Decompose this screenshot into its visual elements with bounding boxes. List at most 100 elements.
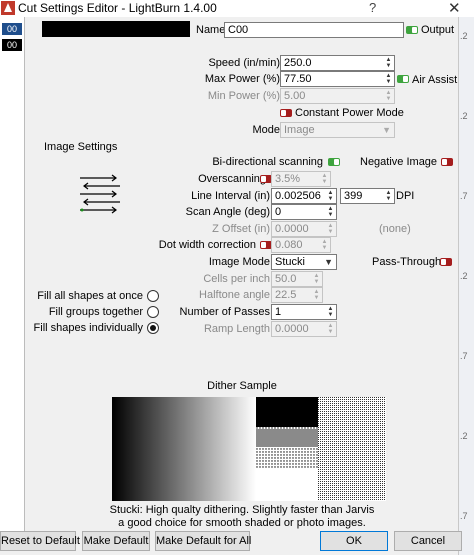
cancel-button[interactable]: Cancel: [394, 531, 462, 551]
layer-chip[interactable]: 00: [2, 39, 22, 51]
fill-individually-label: Fill shapes individually: [33, 322, 143, 334]
dither-sample-image: [112, 397, 386, 501]
help-button[interactable]: ?: [369, 0, 376, 15]
spin-arrows-icon: ▲ ▼: [327, 323, 334, 335]
background-ruler-tick: .7: [460, 511, 468, 521]
mode-value: Image: [284, 124, 315, 136]
fill-groups-radio[interactable]: [147, 306, 159, 318]
spin-arrows-icon: ▲ ▼: [327, 223, 334, 235]
lightburn-app-icon: [1, 1, 15, 15]
background-ruler-tick: .2: [460, 431, 468, 441]
cells-per-inch-label: Cells per inch: [203, 273, 270, 285]
dpi-label: DPI: [396, 190, 415, 202]
scan-angle-input[interactable]: 0 ▲ ▼: [271, 204, 337, 220]
background-ruler-tick: .2: [460, 271, 468, 281]
pass-through-toggle[interactable]: [440, 258, 452, 266]
speed-value: 250.0: [284, 57, 312, 69]
max-power-value: 77.50: [284, 73, 312, 85]
spin-arrows-icon[interactable]: ▲ ▼: [326, 206, 335, 218]
dpi-input[interactable]: 399 ▲ ▼: [340, 188, 395, 204]
speed-input[interactable]: 250.0 ▲ ▼: [280, 55, 395, 71]
fill-all-radio[interactable]: [147, 290, 159, 302]
fill-individually-radio[interactable]: [147, 322, 159, 334]
negative-image-toggle[interactable]: [441, 158, 453, 166]
spin-arrows-icon: ▲ ▼: [385, 90, 392, 102]
max-power-label: Max Power (%): [204, 73, 280, 85]
name-input[interactable]: C00: [224, 22, 404, 38]
spin-arrows-icon: ▲ ▼: [321, 239, 328, 251]
make-default-button[interactable]: Make Default: [82, 531, 150, 551]
close-button[interactable]: ✕: [448, 0, 461, 17]
number-of-passes-input[interactable]: 1 ▲ ▼: [271, 304, 337, 320]
z-offset-input: 0.0000 ▲ ▼: [271, 221, 337, 237]
image-settings-header: Image Settings: [44, 141, 118, 153]
fill-all-label: Fill all shapes at once: [37, 290, 143, 302]
mode-label: Mode: [252, 124, 280, 136]
background-ruler-tick: .7: [460, 191, 468, 201]
overscanning-value: 3.5%: [275, 173, 301, 185]
scan-direction-icon: [80, 174, 120, 214]
line-interval-value: 0.002506: [275, 190, 321, 202]
image-mode-value: Stucki: [275, 256, 305, 268]
ramp-length-value: 0.0000: [275, 323, 309, 335]
dither-description-line2: a good choice for smooth shaded or photo…: [118, 517, 366, 529]
dither-preview-graphic: [112, 397, 386, 501]
pass-through-label: Pass-Through: [372, 256, 442, 268]
spin-arrows-icon: ▲ ▼: [313, 273, 320, 285]
cells-per-inch-value: 50.0: [275, 273, 297, 285]
spin-arrows-icon: ▲ ▼: [321, 173, 328, 185]
fill-groups-label: Fill groups together: [48, 306, 143, 318]
negative-image-label: Negative Image: [360, 156, 438, 168]
air-assist-toggle[interactable]: [397, 75, 409, 83]
halftone-angle-label: Halftone angle: [199, 289, 270, 301]
make-default-for-all-button[interactable]: Make Default for All: [155, 531, 251, 551]
chevron-down-icon: ▼: [324, 257, 333, 267]
spin-arrows-icon[interactable]: ▲ ▼: [384, 190, 393, 202]
z-offset-label: Z Offset (in): [212, 223, 270, 235]
halftone-angle-value: 22.5: [275, 289, 297, 301]
overscanning-input: 3.5% ▲ ▼: [271, 171, 331, 187]
layer-color-swatch[interactable]: [42, 21, 190, 37]
scan-angle-label: Scan Angle (deg): [185, 206, 270, 218]
ok-button[interactable]: OK: [320, 531, 388, 551]
line-interval-input[interactable]: 0.002506 ▲ ▼: [271, 188, 337, 204]
background-ruler-tick: .2: [460, 31, 468, 41]
dot-width-label: Dot width correction: [158, 239, 256, 251]
spin-arrows-icon[interactable]: ▲ ▼: [384, 73, 393, 85]
spin-arrows-icon[interactable]: ▲ ▼: [326, 190, 335, 202]
dpi-value: 399: [344, 190, 363, 202]
dot-width-input: 0.080 ▲ ▼: [271, 237, 331, 253]
image-mode-select[interactable]: Stucki ▼: [271, 254, 337, 270]
spin-arrows-icon[interactable]: ▲ ▼: [384, 57, 393, 69]
chevron-down-icon: ▼: [382, 125, 391, 135]
ramp-length-label: Ramp Length: [203, 323, 270, 335]
max-power-input[interactable]: 77.50 ▲ ▼: [280, 71, 395, 87]
cells-per-inch-input: 50.0 ▲ ▼: [271, 271, 323, 287]
layer-list: 00 00: [0, 17, 25, 537]
overscanning-label: Overscanning: [198, 173, 266, 185]
dither-description-line1: Stucki: High qualty dithering. Slightly …: [109, 504, 375, 516]
cut-settings-dialog: Name C00 Output Speed (in/min) 250.0 ▲ ▼ …: [26, 17, 458, 537]
image-mode-label: Image Mode: [208, 256, 270, 268]
min-power-input: 5.00 ▲ ▼: [280, 88, 395, 104]
spin-arrows-icon[interactable]: ▲ ▼: [326, 306, 335, 318]
line-interval-label: Line Interval (in): [191, 190, 270, 202]
min-power-label: Min Power (%): [207, 90, 280, 102]
air-assist-label: Air Assist: [412, 74, 458, 86]
constant-power-label: Constant Power Mode: [295, 107, 404, 119]
reset-to-default-button[interactable]: Reset to Default: [0, 531, 80, 551]
name-label: Name: [196, 24, 226, 36]
constant-power-toggle[interactable]: [280, 109, 292, 117]
dot-width-value: 0.080: [275, 239, 303, 251]
window-title: Cut Settings Editor - LightBurn 1.4.00: [18, 1, 217, 15]
spin-arrows-icon: ▲ ▼: [313, 289, 320, 301]
mode-select: Image ▼: [280, 122, 395, 138]
background-ruler-tick: .2: [460, 111, 468, 121]
scan-angle-value: 0: [275, 206, 282, 218]
number-of-passes-value: 1: [275, 306, 282, 318]
output-toggle[interactable]: [406, 26, 418, 34]
bidirectional-toggle[interactable]: [328, 158, 340, 166]
min-power-value: 5.00: [284, 90, 306, 102]
layer-chip-active[interactable]: 00: [2, 23, 22, 35]
z-offset-note: (none): [379, 223, 411, 235]
